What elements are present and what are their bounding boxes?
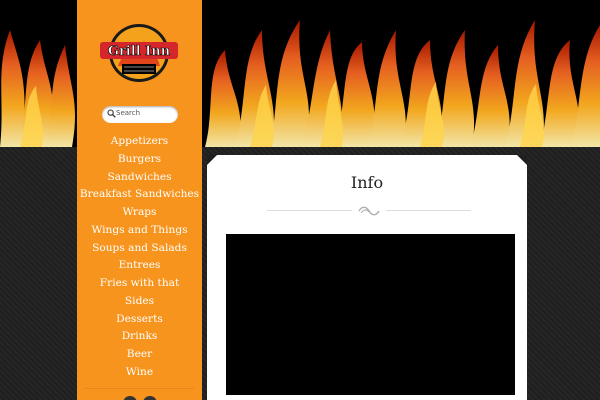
divider-line <box>386 210 471 211</box>
menu-item-appetizers[interactable]: Appetizers <box>77 133 202 151</box>
search-input[interactable]: Search <box>116 109 140 117</box>
embedded-media[interactable] <box>226 234 515 395</box>
category-menu: Appetizers Burgers Sandwiches Breakfast … <box>77 133 202 382</box>
menu-item-entrees[interactable]: Entrees <box>77 257 202 275</box>
menu-item-beer[interactable]: Beer <box>77 346 202 364</box>
menu-item-wings-and-things[interactable]: Wings and Things <box>77 222 202 240</box>
menu-item-fries-with-that[interactable]: Fries with that <box>77 275 202 293</box>
page-title: Info <box>350 173 384 192</box>
grill-inn-logo[interactable]: Grill Inn <box>100 22 178 84</box>
menu-item-drinks[interactable]: Drinks <box>77 328 202 346</box>
menu-item-sides[interactable]: Sides <box>77 293 202 311</box>
menu-item-desserts[interactable]: Desserts <box>77 311 202 329</box>
menu-item-breakfast-sandwiches[interactable]: Breakfast Sandwiches <box>77 186 202 204</box>
menu-item-burgers[interactable]: Burgers <box>77 151 202 169</box>
social-icon[interactable] <box>143 396 157 400</box>
sidebar: Grill Inn Search Appetizers Burgers Sand… <box>77 0 202 400</box>
squiggle-ornament-icon <box>358 206 380 216</box>
social-icon[interactable] <box>123 396 137 400</box>
menu-item-sandwiches[interactable]: Sandwiches <box>77 169 202 187</box>
search-icon <box>107 109 116 118</box>
menu-item-wine[interactable]: Wine <box>77 364 202 382</box>
divider-line <box>267 210 352 211</box>
menu-item-soups-and-salads[interactable]: Soups and Salads <box>77 240 202 258</box>
logo-text: Grill Inn <box>108 44 171 59</box>
title-divider <box>267 205 472 217</box>
search-field[interactable]: Search <box>102 106 178 123</box>
menu-item-wraps[interactable]: Wraps <box>77 204 202 222</box>
card-corners <box>207 155 527 165</box>
menu-divider <box>85 388 194 389</box>
content-card: Info <box>207 155 527 400</box>
